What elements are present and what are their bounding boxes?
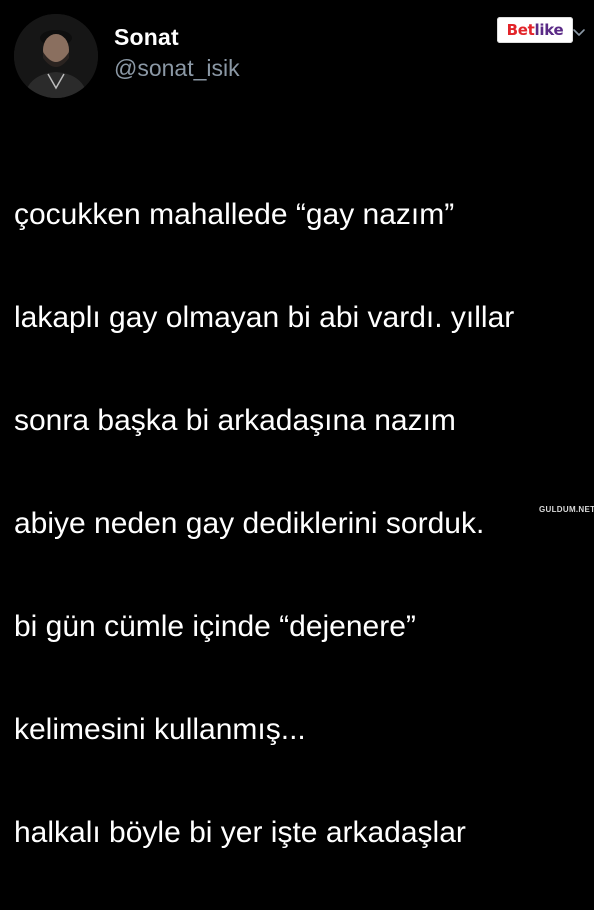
display-name[interactable]: Sonat	[114, 24, 179, 51]
tweet-line: çocukken mahallede “gay nazım”	[14, 197, 455, 231]
tweet-text: çocukken mahallede “gay nazım” lakaplı g…	[14, 137, 584, 910]
tweet-line: lakaplı gay olmayan bi abi vardı. yıllar	[14, 300, 515, 334]
tweet-card: Sonat @sonat_isik Bet like çocukken mahal…	[0, 0, 594, 849]
tweet-line: abiye neden gay dediklerini sorduk.	[14, 506, 485, 540]
chevron-down-icon[interactable]	[572, 26, 586, 40]
betlike-logo-part-1: Bet	[506, 21, 535, 39]
betlike-logo-part-2: like	[534, 21, 564, 39]
tweet-line: halkalı böyle bi yer işte arkadaşlar	[14, 815, 466, 849]
user-handle[interactable]: @sonat_isik	[114, 55, 240, 82]
avatar[interactable]	[14, 14, 98, 98]
tweet-line: bi gün cümle içinde “dejenere”	[14, 609, 416, 643]
betlike-logo-badge: Bet like	[497, 17, 573, 43]
watermark: GULDUM.NET	[539, 505, 594, 514]
tweet-line: kelimesini kullanmış...	[14, 712, 306, 746]
tweet-line: sonra başka bi arkadaşına nazım	[14, 403, 456, 437]
avatar-photo	[14, 14, 98, 98]
